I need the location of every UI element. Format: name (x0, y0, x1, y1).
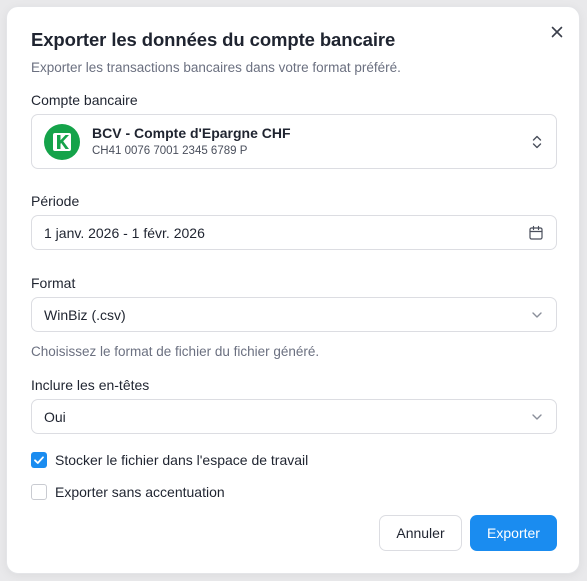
cancel-button[interactable]: Annuler (379, 515, 462, 551)
export-dialog: Exporter les données du compte bancaire … (6, 6, 580, 574)
format-helper-text: Choisissez le format de fichier du fichi… (31, 344, 320, 359)
headers-value: Oui (44, 409, 66, 425)
chevron-down-icon (532, 312, 542, 318)
account-select[interactable]: BCV - Compte d'Epargne CHF CH41 0076 700… (31, 114, 557, 169)
no-accents-label: Exporter sans accentuation (55, 484, 225, 500)
account-iban: CH41 0076 7001 2345 6789 P (92, 145, 248, 157)
chevron-up-down-icon (532, 135, 542, 149)
headers-select[interactable]: Oui (31, 399, 557, 434)
store-file-label: Stocker le fichier dans l'espace de trav… (55, 452, 309, 468)
store-file-checkbox[interactable] (31, 452, 47, 468)
calendar-icon (529, 225, 543, 240)
account-label: Compte bancaire (31, 92, 138, 108)
dialog-title: Exporter les données du compte bancaire (31, 29, 396, 50)
close-icon[interactable] (549, 24, 565, 40)
format-label: Format (31, 275, 76, 291)
export-button[interactable]: Exporter (470, 515, 557, 551)
chevron-down-icon (532, 414, 542, 420)
period-label: Période (31, 193, 80, 209)
dialog-subtitle: Exporter les transactions bancaires dans… (31, 60, 401, 75)
account-name: BCV - Compte d'Epargne CHF (92, 125, 291, 141)
headers-label: Inclure les en-têtes (31, 377, 150, 393)
bank-logo-icon (44, 124, 80, 160)
format-select[interactable]: WinBiz (.csv) (31, 297, 557, 332)
period-date-picker[interactable]: 1 janv. 2026 - 1 févr. 2026 (31, 215, 557, 250)
format-value: WinBiz (.csv) (44, 307, 126, 323)
period-value: 1 janv. 2026 - 1 févr. 2026 (44, 225, 205, 241)
no-accents-checkbox[interactable] (31, 484, 47, 500)
check-icon (34, 456, 44, 464)
